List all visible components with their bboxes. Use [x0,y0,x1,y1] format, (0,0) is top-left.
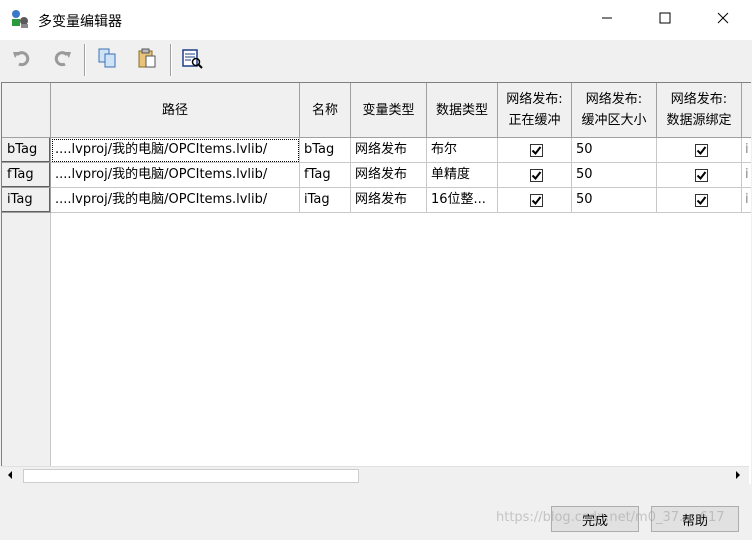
row-header[interactable]: bTag [2,138,51,163]
column-header-data-binding[interactable]: 网络发布: 数据源绑定 [657,83,742,138]
column-header-line: 网络发布: [585,92,643,107]
window-title: 多变量编辑器 [38,14,122,30]
data-binding-cell[interactable] [657,188,742,213]
column-header-line: 缓冲区大小 [581,113,647,128]
browse-icon [181,47,203,73]
buffering-cell[interactable] [498,163,572,188]
minimize-icon [601,12,613,28]
column-header-data-type[interactable]: 数据类型 [427,83,498,138]
buffer-size-cell[interactable]: 50 [572,163,657,188]
column-header-line: 网络发布: [506,92,563,107]
redo-icon [51,47,73,73]
name-cell[interactable]: fTag [300,163,351,188]
multi-variable-editor-window: 多变量编辑器 路径 名称 变量类型 数据类型 网络发布: 正在缓冲 网络发布: … [0,0,752,540]
column-header-variable-type[interactable]: 变量类型 [351,83,427,138]
variable-type-cell[interactable]: 网络发布 [351,163,427,188]
data-type-cell[interactable]: 布尔 [427,138,498,163]
toolbar-separator [84,44,86,76]
path-cell[interactable]: ....lvproj/我的电脑/OPCItems.lvlib/ [51,163,300,188]
horizontal-scrollbar[interactable] [1,466,749,484]
name-cell[interactable]: bTag [300,138,351,163]
buffering-cell[interactable] [498,188,572,213]
data-binding-cell[interactable] [657,163,742,188]
buffering-cell[interactable] [498,138,572,163]
paste-button[interactable] [134,47,160,73]
overflow-cell[interactable]: i [742,188,751,213]
data-binding-checkbox[interactable] [694,168,708,182]
overflow-cell[interactable]: i [742,163,751,188]
title-bar[interactable]: 多变量编辑器 [0,0,752,40]
row-header-empty-area [2,213,51,484]
buffering-checkbox[interactable] [530,193,543,207]
toolbar [0,40,752,80]
close-icon [717,12,729,28]
row-header[interactable]: iTag [2,188,51,213]
corner-header [2,83,51,138]
watermark: https://blog.csdn.net/m0_37.....617 [496,510,725,525]
variable-table[interactable]: 路径 名称 变量类型 数据类型 网络发布: 正在缓冲 网络发布: 缓冲区大小 网络发… [1,82,751,484]
maximize-button[interactable] [636,0,694,40]
path-cell[interactable]: ....lvproj/我的电脑/OPCItems.lvlib/ [51,188,300,213]
name-cell[interactable]: iTag [300,188,351,213]
data-binding-cell[interactable] [657,138,742,163]
minimize-button[interactable] [578,0,636,40]
column-header-path[interactable]: 路径 [51,83,300,138]
redo-button[interactable] [49,47,75,73]
copy-icon [96,47,118,73]
buffering-checkbox[interactable] [530,143,543,157]
maximize-icon [659,12,671,28]
column-header-overflow[interactable] [742,83,751,138]
data-binding-checkbox[interactable] [694,193,708,207]
row-header[interactable]: fTag [2,163,51,188]
column-header-name[interactable]: 名称 [300,83,351,138]
buffering-checkbox[interactable] [530,168,543,182]
buffer-size-cell[interactable]: 50 [572,188,657,213]
column-header-buffer-size[interactable]: 网络发布: 缓冲区大小 [572,83,657,138]
copy-button[interactable] [94,47,120,73]
column-header-line: 数据源绑定 [666,113,732,128]
paste-icon [136,47,158,73]
buffer-size-cell[interactable]: 50 [572,138,657,163]
scroll-left-button[interactable] [1,467,19,484]
column-header-buffering[interactable]: 网络发布: 正在缓冲 [498,83,572,138]
browse-button[interactable] [179,47,205,73]
variable-type-cell[interactable]: 网络发布 [351,188,427,213]
data-type-cell[interactable]: 16位整... [427,188,498,213]
overflow-cell[interactable]: i [742,138,751,163]
arrow-right-icon [734,468,742,483]
toolbar-separator [170,44,172,76]
data-binding-checkbox[interactable] [694,143,708,157]
undo-icon [11,47,33,73]
path-cell[interactable]: ....lvproj/我的电脑/OPCItems.lvlib/ [51,138,300,163]
undo-button[interactable] [9,47,35,73]
app-icon [10,9,30,29]
column-header-line: 网络发布: [670,92,728,107]
scrollbar-thumb[interactable] [23,469,359,483]
variable-type-cell[interactable]: 网络发布 [351,138,427,163]
scroll-right-button[interactable] [729,467,747,484]
column-header-line: 正在缓冲 [508,113,561,128]
arrow-left-icon [6,468,14,483]
data-type-cell[interactable]: 单精度 [427,163,498,188]
close-button[interactable] [694,0,752,40]
